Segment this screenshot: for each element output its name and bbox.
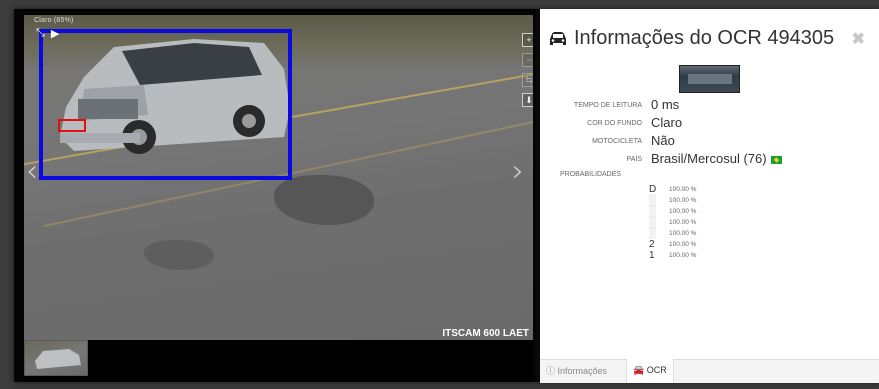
close-icon[interactable]: ✖ <box>852 29 865 49</box>
page-backdrop-bottom <box>0 382 879 389</box>
country-value: Brasil/Mercosul (76) <box>651 151 767 166</box>
panel-tabs: ⓘ Informações 🚘 OCR <box>540 359 879 383</box>
probability-char: ▒ <box>649 195 657 206</box>
car-icon: 🚘 <box>633 365 645 375</box>
probability-char: ▒ <box>649 206 657 217</box>
field-row: PAÍS Brasil/Mercosul (76) <box>540 151 870 169</box>
ocr-modal: Claro (85%) ⤡ ▶ + − ⇆ ⬇ ‹ › ITSCAM 600 L… <box>14 9 879 383</box>
tab-label: OCR <box>646 365 667 375</box>
probability-value: 100.00 % <box>669 252 697 259</box>
road-patch <box>274 175 374 225</box>
road-patch <box>144 240 214 270</box>
vehicle-detection-box <box>39 29 292 180</box>
field-value: Brasil/Mercosul (76) <box>651 151 782 166</box>
info-circle-icon: ⓘ <box>546 366 556 376</box>
image-thumbnail[interactable] <box>24 340 88 376</box>
probability-value: 100.00 % <box>669 186 697 193</box>
field-label: PAÍS <box>626 156 642 163</box>
swap-icon[interactable]: ⇆ <box>522 73 533 87</box>
zoom-out-icon[interactable]: − <box>522 53 533 67</box>
zoom-in-icon[interactable]: + <box>522 33 533 47</box>
probabilities-label: PROBABILIDADES <box>560 171 622 178</box>
car-icon <box>550 31 566 45</box>
field-label: COR DO FUNDO <box>587 120 642 127</box>
field-value: Claro <box>651 115 683 130</box>
probability-char: ▒ <box>649 217 657 228</box>
tab-informacoes[interactable]: ⓘ Informações <box>540 360 613 383</box>
expand-icon[interactable]: ⤡ <box>36 27 45 40</box>
page-backdrop-left <box>0 0 14 389</box>
field-label: MOTOCICLETA <box>592 138 642 145</box>
ocr-info-panel: Informações do OCR 494305 ✖ TEMPO DE LEI… <box>540 9 879 383</box>
probability-char: 1 <box>649 250 655 261</box>
camera-image[interactable]: Claro (85%) ⤡ ▶ + − ⇆ ⬇ ‹ › ITSCAM 600 L… <box>24 15 533 340</box>
viewer-toolbar: + − ⇆ ⬇ <box>522 33 533 107</box>
probability-value: 100.00 % <box>669 219 697 226</box>
probability-value: 100.00 % <box>669 197 697 204</box>
field-label: TEMPO DE LEITURA <box>573 102 642 109</box>
field-row: TEMPO DE LEITURA 0 ms <box>540 97 870 115</box>
playback-controls[interactable]: ⤡ ▶ <box>36 27 59 40</box>
plate-crop-image <box>679 65 740 93</box>
probability-char: 2 <box>649 239 655 250</box>
field-value: Não <box>651 133 675 148</box>
field-row: COR DO FUNDO Claro <box>540 115 870 133</box>
probability-value: 100.00 % <box>669 208 697 215</box>
field-row: MOTOCICLETA Não <box>540 133 870 151</box>
probability-char: ▒ <box>649 228 657 239</box>
field-value: 0 ms <box>651 97 680 112</box>
panel-header: Informações do OCR 494305 <box>548 27 834 50</box>
camera-device-label: ITSCAM 600 LAET <box>442 328 529 339</box>
tab-ocr[interactable]: 🚘 OCR <box>626 359 674 383</box>
probability-value: 100.00 % <box>669 230 697 237</box>
page-backdrop-top <box>0 0 879 9</box>
plate-detection-box <box>58 119 86 132</box>
panel-title: Informações do OCR 494305 <box>574 27 835 49</box>
probability-char: D <box>649 184 657 195</box>
next-image-button[interactable]: › <box>512 157 524 187</box>
image-viewer: Claro (85%) ⤡ ▶ + − ⇆ ⬇ ‹ › ITSCAM 600 L… <box>14 9 536 382</box>
brazil-flag-icon <box>770 155 782 164</box>
probability-value: 100.00 % <box>669 241 697 248</box>
camera-overlay-text: Claro (85%) <box>34 17 74 24</box>
thumbnail-vehicle <box>35 349 81 369</box>
thumbnail-strip <box>24 340 533 382</box>
play-icon[interactable]: ▶ <box>51 27 59 40</box>
tab-label: Informações <box>557 366 608 376</box>
download-icon[interactable]: ⬇ <box>522 93 533 107</box>
previous-image-button[interactable]: ‹ <box>26 157 38 187</box>
